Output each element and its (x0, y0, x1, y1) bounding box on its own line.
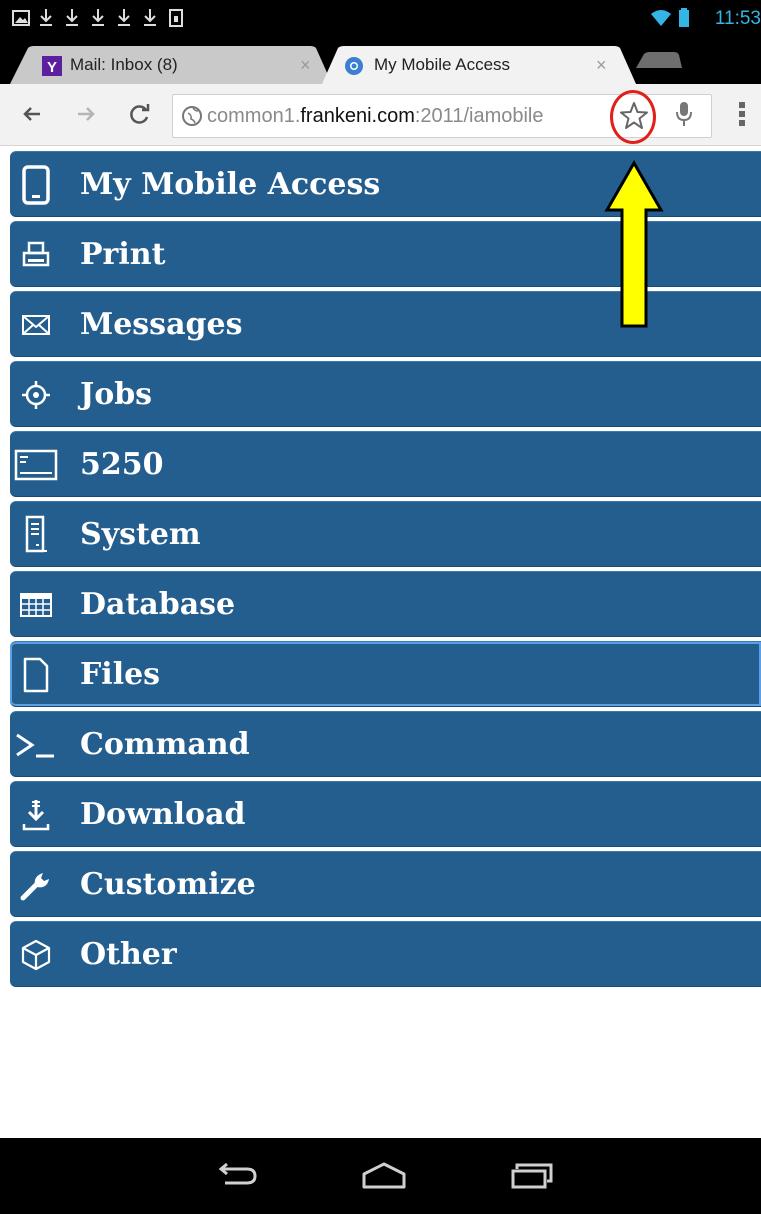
navigation-bar (0, 1138, 761, 1214)
back-nav-icon (218, 1162, 257, 1185)
tab-close-button[interactable]: × (300, 55, 311, 76)
menu-item-messages[interactable]: Messages (10, 291, 761, 357)
new-tab-button[interactable] (634, 46, 684, 84)
star-icon (620, 102, 648, 129)
menu-item-label: Jobs (80, 377, 153, 412)
menu-item-command[interactable]: Command (10, 711, 761, 777)
tab-close-button[interactable]: × (596, 55, 607, 76)
reload-button[interactable] (124, 98, 156, 130)
menu-item-database[interactable]: Database (10, 571, 761, 637)
download-icon (18, 797, 54, 833)
svg-text:Y: Y (47, 59, 57, 76)
cube-icon (18, 937, 54, 973)
envelope-icon (18, 307, 54, 343)
menu-item-5250[interactable]: 5250 (10, 431, 761, 497)
overflow-menu-icon (739, 102, 745, 126)
home-nav-icon (362, 1162, 406, 1189)
menu-item-label: Download (80, 797, 246, 832)
tab-my-mobile-access[interactable]: My Mobile Access × (322, 46, 636, 84)
yahoo-favicon: Y (42, 56, 62, 76)
menu-item-jobs[interactable]: Jobs (10, 361, 761, 427)
menu-item-label: Customize (80, 867, 256, 902)
menu-item-label: Database (80, 587, 236, 622)
table-icon (18, 587, 54, 623)
url-text[interactable]: common1.frankeni.com:2011/iamobile (207, 105, 619, 128)
globe-icon (181, 105, 203, 131)
status-time: 11:53 (714, 8, 761, 29)
download-icon (38, 6, 54, 30)
tab-strip: Y Mail: Inbox (8) × My Mobile Access × (0, 40, 761, 84)
microphone-icon (676, 102, 692, 126)
menu-item-label: 5250 (80, 447, 164, 482)
menu-item-print[interactable]: Print (10, 221, 761, 287)
tablet-icon (18, 165, 54, 205)
back-nav-button[interactable] (206, 1156, 266, 1196)
menu-item-my-mobile-access[interactable]: My Mobile Access (10, 151, 761, 217)
tab-title: Mail: Inbox (8) (70, 55, 178, 74)
download-icon (116, 6, 132, 30)
menu-item-label: Command (80, 727, 250, 762)
menu-item-label: My Mobile Access (80, 167, 381, 202)
menu-item-label: Messages (80, 307, 243, 342)
command-prompt-icon (14, 727, 58, 763)
omnibox[interactable]: common1.frankeni.com:2011/iamobile (172, 94, 712, 138)
download-icon (90, 6, 106, 30)
menu-item-label: Print (80, 237, 166, 272)
forward-arrow-icon (78, 107, 95, 121)
menu-item-other[interactable]: Other (10, 921, 761, 987)
download-icon (142, 6, 158, 30)
url-host-prefix: common1. (207, 105, 301, 127)
menu-item-files[interactable]: Files (10, 641, 761, 707)
recent-apps-button[interactable] (502, 1156, 562, 1196)
menu-item-download[interactable]: Download (10, 781, 761, 847)
printer-icon (18, 237, 54, 273)
back-arrow-icon (23, 107, 40, 121)
url-host-domain: frankeni.com (300, 105, 415, 127)
menu-item-label: Other (80, 937, 177, 972)
overflow-menu-button[interactable] (726, 98, 758, 130)
download-icon (64, 6, 80, 30)
terminal-screen-icon (14, 447, 58, 483)
image-icon (12, 6, 30, 30)
menu-item-system[interactable]: System (10, 501, 761, 567)
tab-mail-inbox[interactable]: Y Mail: Inbox (8) × (10, 46, 332, 84)
home-nav-button[interactable] (354, 1156, 414, 1196)
back-button[interactable] (16, 98, 48, 130)
sd-card-icon (168, 6, 184, 30)
reload-icon (130, 104, 150, 124)
menu-item-customize[interactable]: Customize (10, 851, 761, 917)
forward-button[interactable] (70, 98, 102, 130)
target-icon (18, 377, 54, 413)
status-bar: 11:53 (0, 0, 761, 40)
browser-toolbar: common1.frankeni.com:2011/iamobile (0, 84, 761, 146)
recent-apps-icon (511, 1163, 553, 1189)
url-path: :2011/iamobile (414, 105, 544, 127)
menu-item-label: Files (80, 657, 161, 692)
wrench-icon (18, 867, 54, 903)
wifi-icon (650, 6, 672, 30)
menu-item-label: System (80, 517, 201, 552)
battery-icon (678, 6, 690, 30)
bookmark-star-button[interactable] (617, 99, 651, 133)
voice-search-button[interactable] (668, 98, 700, 130)
globe-favicon (344, 56, 364, 76)
tab-title: My Mobile Access (374, 55, 511, 74)
file-icon (18, 657, 54, 693)
server-icon (18, 515, 54, 553)
